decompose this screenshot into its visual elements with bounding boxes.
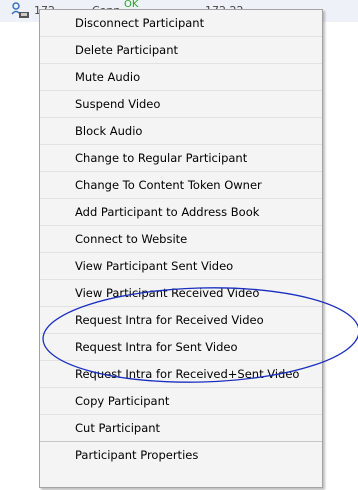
menu-item-disconnect-participant[interactable]: Disconnect Participant — [40, 10, 322, 37]
participant-icon — [11, 2, 29, 18]
menu-item-view-received-video[interactable]: View Participant Received Video — [40, 280, 322, 307]
menu-item-add-to-address-book[interactable]: Add Participant to Address Book — [40, 199, 322, 226]
menu-item-request-intra-received-video[interactable]: Request Intra for Received Video — [40, 307, 322, 334]
menu-item-mute-audio[interactable]: Mute Audio — [40, 64, 322, 91]
menu-item-request-intra-sent-video[interactable]: Request Intra for Sent Video — [40, 334, 322, 361]
menu-item-view-sent-video[interactable]: View Participant Sent Video — [40, 253, 322, 280]
menu-item-block-audio[interactable]: Block Audio — [40, 118, 322, 145]
participant-context-menu: Disconnect Participant Delete Participan… — [39, 9, 323, 488]
context-menu-items: Disconnect Participant Delete Participan… — [40, 10, 322, 469]
menu-item-change-to-content-token-owner[interactable]: Change To Content Token Owner — [40, 172, 322, 199]
menu-item-change-to-regular-participant[interactable]: Change to Regular Participant — [40, 145, 322, 172]
menu-item-cut-participant[interactable]: Cut Participant — [40, 415, 322, 442]
menu-item-request-intra-received-sent-video[interactable]: Request Intra for Received+Sent Video — [40, 361, 322, 388]
menu-item-delete-participant[interactable]: Delete Participant — [40, 37, 322, 64]
menu-item-participant-properties[interactable]: Participant Properties — [40, 442, 322, 469]
menu-item-copy-participant[interactable]: Copy Participant — [40, 388, 322, 415]
menu-item-connect-to-website[interactable]: Connect to Website — [40, 226, 322, 253]
menu-item-suspend-video[interactable]: Suspend Video — [40, 91, 322, 118]
